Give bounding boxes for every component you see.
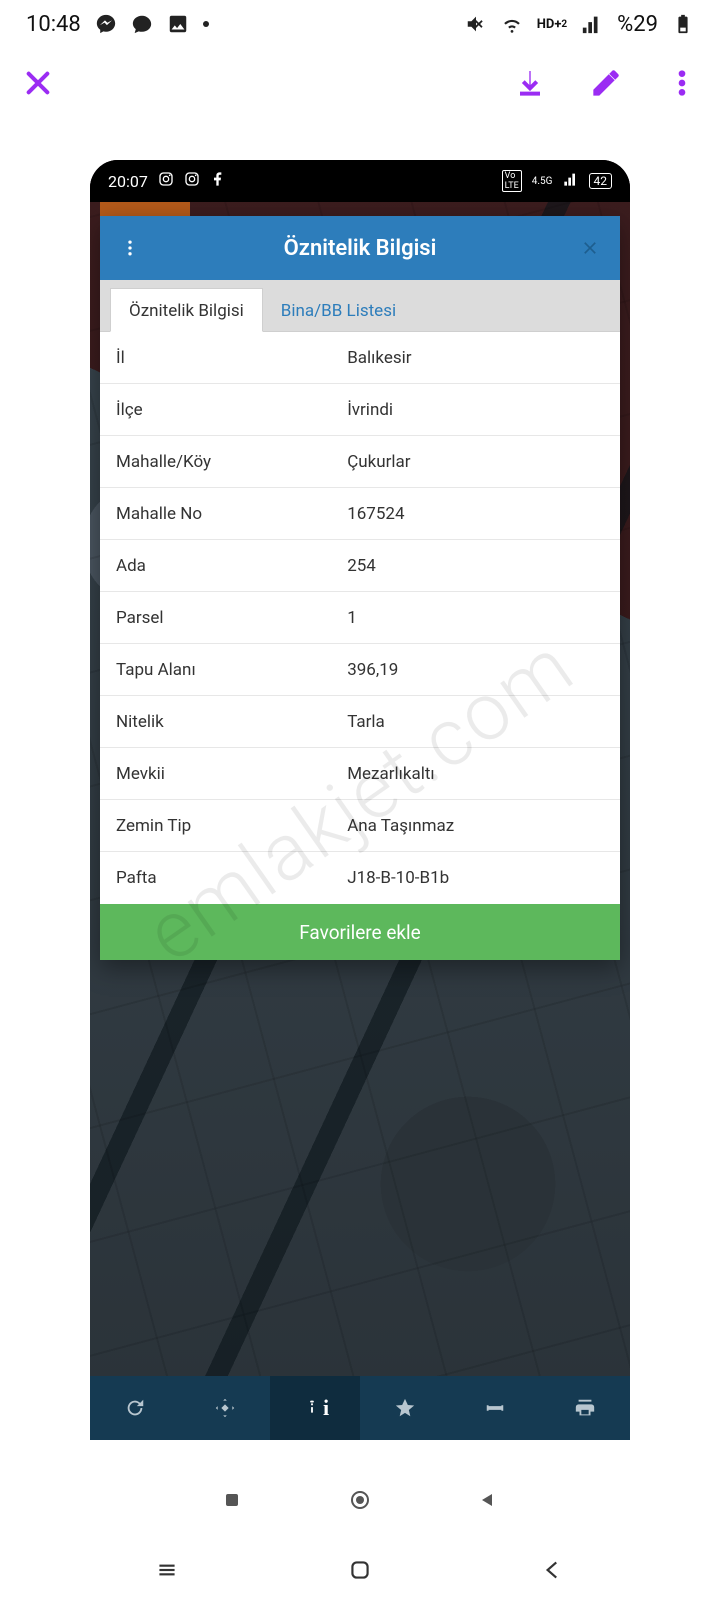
attribute-row: Tapu Alanı396,19 [100, 644, 620, 696]
attribute-key: Ada [100, 544, 339, 588]
recent-square-icon[interactable] [218, 1486, 246, 1514]
wifi-icon [501, 13, 523, 35]
attribute-key: Pafta [100, 856, 339, 900]
instagram-icon [158, 171, 174, 191]
hd-plus-icon: HD+2 [537, 13, 567, 35]
signal-icon [581, 13, 603, 35]
modal-menu-icon[interactable] [118, 236, 142, 260]
star-icon[interactable] [360, 1376, 450, 1440]
attribute-row: PaftaJ18-B-10-B1b [100, 852, 620, 904]
chat-icon [131, 13, 153, 35]
map-bottom-toolbar: i [90, 1376, 630, 1440]
refresh-icon[interactable] [90, 1376, 180, 1440]
record-circle-icon[interactable] [346, 1486, 374, 1514]
attribute-table: İlBalıkesirİlçeİvrindiMahalle/KöyÇukurla… [100, 332, 620, 904]
attribute-value: 1 [339, 596, 620, 640]
volte-icon: VoLTE [502, 170, 522, 192]
back-button[interactable] [537, 1554, 569, 1586]
attribute-row: NitelikTarla [100, 696, 620, 748]
attribute-key: Parsel [100, 596, 339, 640]
battery-icon [672, 13, 694, 35]
info-icon[interactable]: i [270, 1376, 360, 1440]
outer-battery-text: %29 [617, 12, 658, 37]
messenger-icon [95, 13, 117, 35]
back-triangle-icon[interactable] [474, 1486, 502, 1514]
outer-time: 10:48 [26, 12, 81, 37]
add-to-favorites-button[interactable]: Favorilere ekle [100, 904, 620, 960]
attribute-key: Nitelik [100, 700, 339, 744]
attribute-row: Parsel1 [100, 592, 620, 644]
download-icon[interactable] [514, 67, 546, 99]
outer-status-bar: 10:48 HD+2 %29 [0, 0, 720, 48]
close-icon[interactable] [22, 67, 54, 99]
modal-header: Öznitelik Bilgisi [100, 216, 620, 280]
instagram-icon-2 [184, 171, 200, 191]
attribute-key: İl [100, 336, 339, 380]
modal-close-icon[interactable] [578, 236, 602, 260]
inner-battery-text: 42 [589, 173, 613, 189]
attribute-row: MevkiiMezarlıkaltı [100, 748, 620, 800]
attribute-value: Balıkesir [339, 336, 620, 380]
modal-tabs: Öznitelik Bilgisi Bina/BB Listesi [100, 280, 620, 332]
attribute-key: Mevkii [100, 752, 339, 796]
facebook-icon [210, 171, 226, 191]
recents-button[interactable] [151, 1554, 183, 1586]
attribute-value: 396,19 [339, 648, 620, 692]
attribute-value: Mezarlıkaltı [339, 752, 620, 796]
tab-building-list[interactable]: Bina/BB Listesi [263, 289, 414, 331]
edit-icon[interactable] [590, 67, 622, 99]
net-label: 4.5G [532, 176, 553, 187]
attribute-key: Mahalle/Köy [100, 440, 339, 484]
attribute-modal: Öznitelik Bilgisi Öznitelik Bilgisi Bina… [100, 216, 620, 960]
inner-time: 20:07 [108, 172, 148, 191]
attribute-key: Tapu Alanı [100, 648, 339, 692]
tab-attributes[interactable]: Öznitelik Bilgisi [110, 288, 263, 332]
gallery-icon [167, 13, 189, 35]
more-notifications-dot [203, 21, 209, 27]
measure-icon[interactable] [450, 1376, 540, 1440]
mute-icon [465, 13, 487, 35]
attribute-key: İlçe [100, 388, 339, 432]
gallery-nav-bar [0, 1472, 720, 1528]
attribute-value: Tarla [339, 700, 620, 744]
more-icon[interactable] [666, 67, 698, 99]
home-button[interactable] [344, 1554, 376, 1586]
attribute-row: Zemin TipAna Taşınmaz [100, 800, 620, 852]
attribute-key: Mahalle No [100, 492, 339, 536]
device-nav-bar [0, 1540, 720, 1600]
print-icon[interactable] [540, 1376, 630, 1440]
attribute-value: 167524 [339, 492, 620, 536]
attribute-row: Mahalle No167524 [100, 488, 620, 540]
attribute-value: İvrindi [339, 388, 620, 432]
attribute-value: Çukurlar [339, 440, 620, 484]
attribute-row: İlBalıkesir [100, 332, 620, 384]
signal-icon [563, 171, 579, 191]
inner-screenshot: 20:07 VoLTE 4.5G 42 Öznitelik Bilgisi Öz… [90, 160, 630, 1440]
attribute-row: İlçeİvrindi [100, 384, 620, 436]
image-viewer-toolbar [0, 48, 720, 118]
attribute-key: Zemin Tip [100, 804, 339, 848]
attribute-value: 254 [339, 544, 620, 588]
inner-status-bar: 20:07 VoLTE 4.5G 42 [90, 160, 630, 202]
locate-icon[interactable] [180, 1376, 270, 1440]
attribute-value: Ana Taşınmaz [339, 804, 620, 848]
attribute-value: J18-B-10-B1b [339, 856, 620, 900]
attribute-row: Ada254 [100, 540, 620, 592]
attribute-row: Mahalle/KöyÇukurlar [100, 436, 620, 488]
modal-title: Öznitelik Bilgisi [142, 236, 578, 261]
